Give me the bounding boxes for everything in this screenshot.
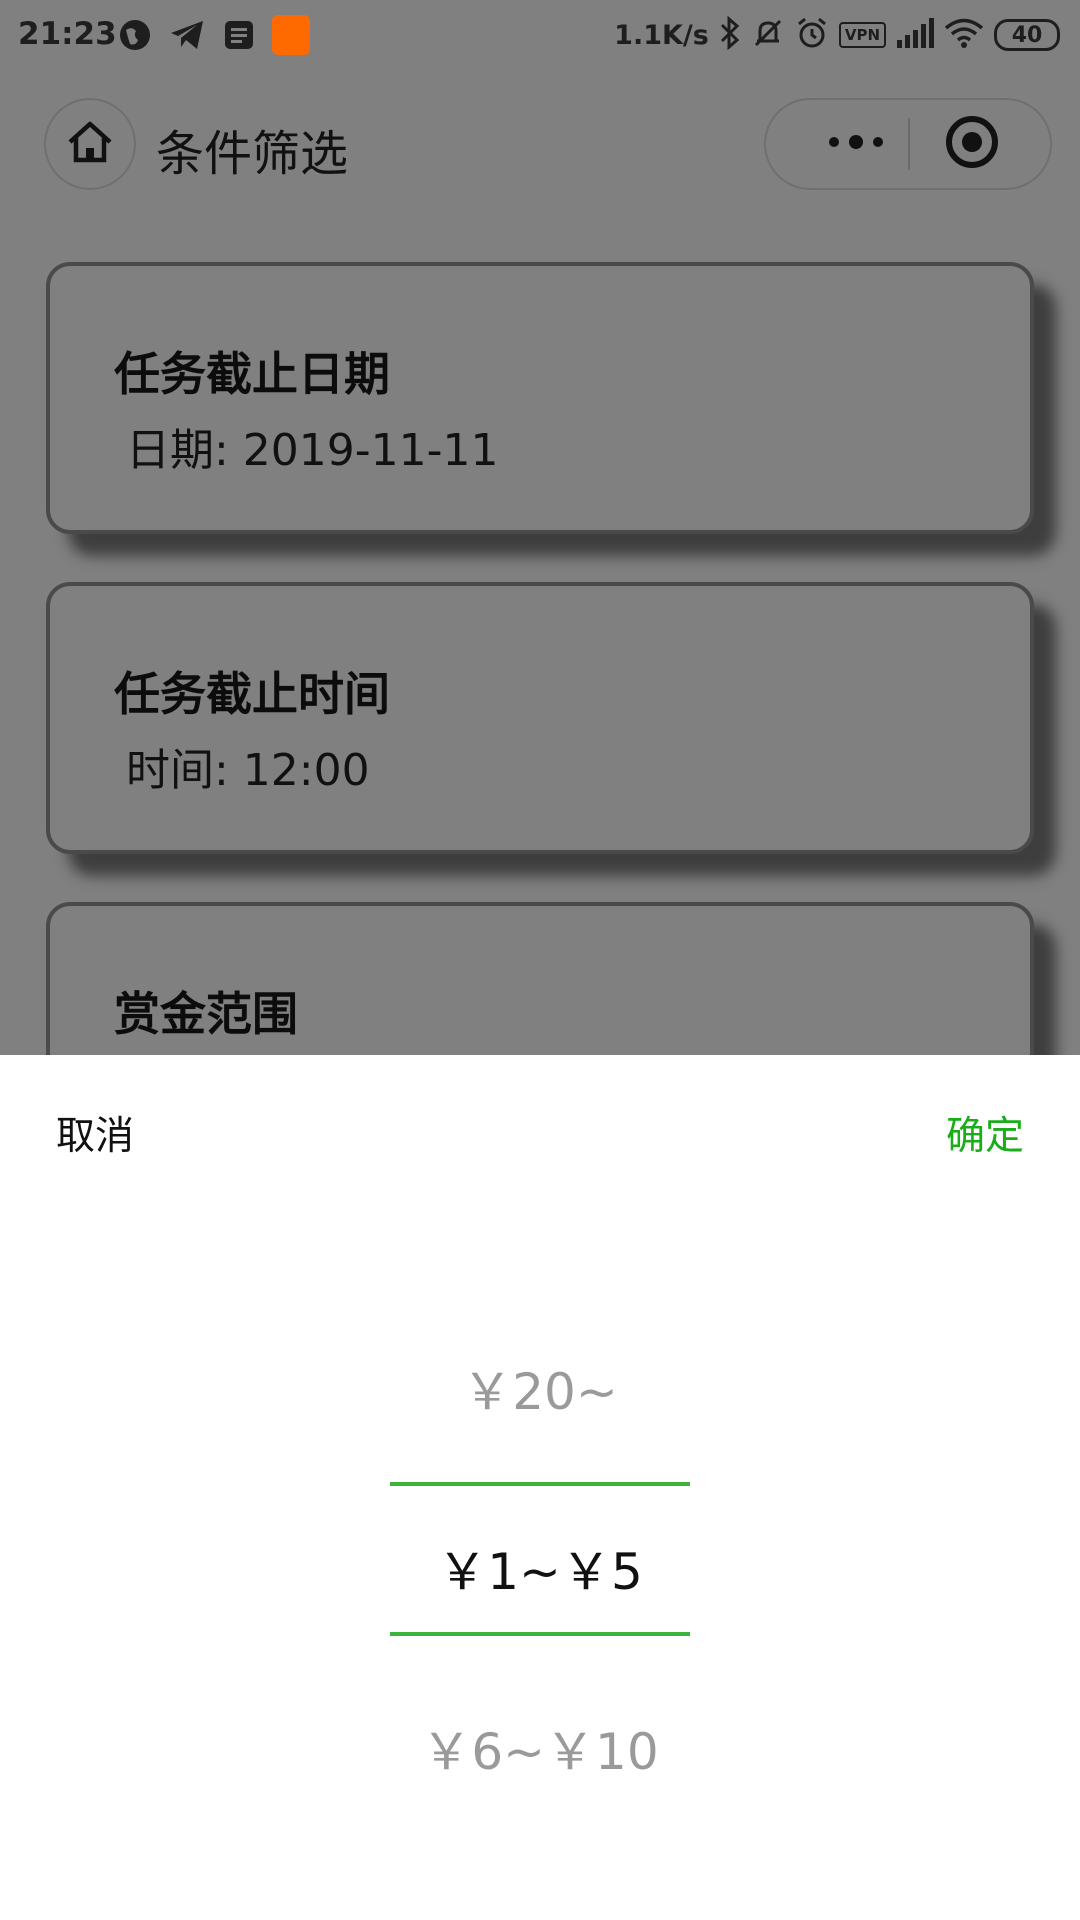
reward-range-card[interactable]: 赏金范围 — [46, 902, 1034, 1055]
deadline-date-card[interactable]: 任务截止日期 日期: 2019-11-11 — [46, 262, 1034, 534]
vpn-icon: VPN — [838, 22, 886, 48]
status-left-icons — [116, 15, 310, 55]
close-button[interactable] — [944, 116, 1000, 172]
news-icon — [220, 16, 258, 54]
picker-indicator-top — [390, 1482, 690, 1486]
telegram-icon — [168, 16, 206, 54]
status-time: 21:23 — [18, 16, 117, 52]
card-title: 赏金范围 — [114, 987, 298, 1041]
picker-option[interactable]: ￥20~ — [0, 1352, 1080, 1424]
confirm-button[interactable]: 确定 — [946, 1105, 1024, 1161]
card-title: 任务截止日期 — [114, 347, 390, 401]
signal-icon — [896, 18, 934, 52]
capsule-divider — [908, 118, 910, 170]
card-title: 任务截止时间 — [114, 667, 390, 721]
orange-app-icon — [272, 15, 310, 55]
status-right-icons: 1.1K/s VPN 40 — [614, 15, 1060, 54]
picker-option[interactable]: ￥6~￥10 — [0, 1712, 1080, 1784]
picker-option-selected[interactable]: ￥1~￥5 — [0, 1532, 1080, 1604]
picker-sheet: 取消 确定 ￥20~ ￥1~￥5 ￥6~￥10 — [0, 1055, 1080, 1920]
network-speed: 1.1K/s — [614, 19, 709, 51]
mute-icon — [751, 16, 785, 54]
deadline-time-card[interactable]: 任务截止时间 时间: 12:00 — [46, 582, 1034, 854]
battery-icon: 40 — [994, 19, 1060, 51]
home-icon — [66, 120, 114, 168]
more-button[interactable] — [806, 100, 906, 188]
home-button[interactable] — [44, 98, 136, 190]
wifi-icon — [944, 17, 984, 53]
bluetooth-icon — [719, 15, 741, 54]
filter-page: 21:23 1.1K/s VPN 40 条件筛选 任务截止日期 日期: 2019… — [0, 0, 1080, 1055]
picker-indicator-bottom — [390, 1632, 690, 1636]
page-title: 条件筛选 — [156, 126, 349, 182]
card-value: 时间: 12:00 — [126, 745, 370, 796]
more-dots-icon — [826, 134, 886, 154]
globe-icon — [116, 16, 154, 54]
cancel-button[interactable]: 取消 — [56, 1105, 134, 1161]
target-icon — [945, 115, 999, 173]
status-bar: 21:23 1.1K/s VPN 40 — [0, 0, 1080, 72]
card-value: 日期: 2019-11-11 — [126, 425, 499, 476]
screen: 21:23 1.1K/s VPN 40 条件筛选 任务截止日期 日期: 2019… — [0, 0, 1080, 1920]
menu-capsule — [764, 98, 1052, 190]
alarm-icon — [795, 16, 829, 54]
